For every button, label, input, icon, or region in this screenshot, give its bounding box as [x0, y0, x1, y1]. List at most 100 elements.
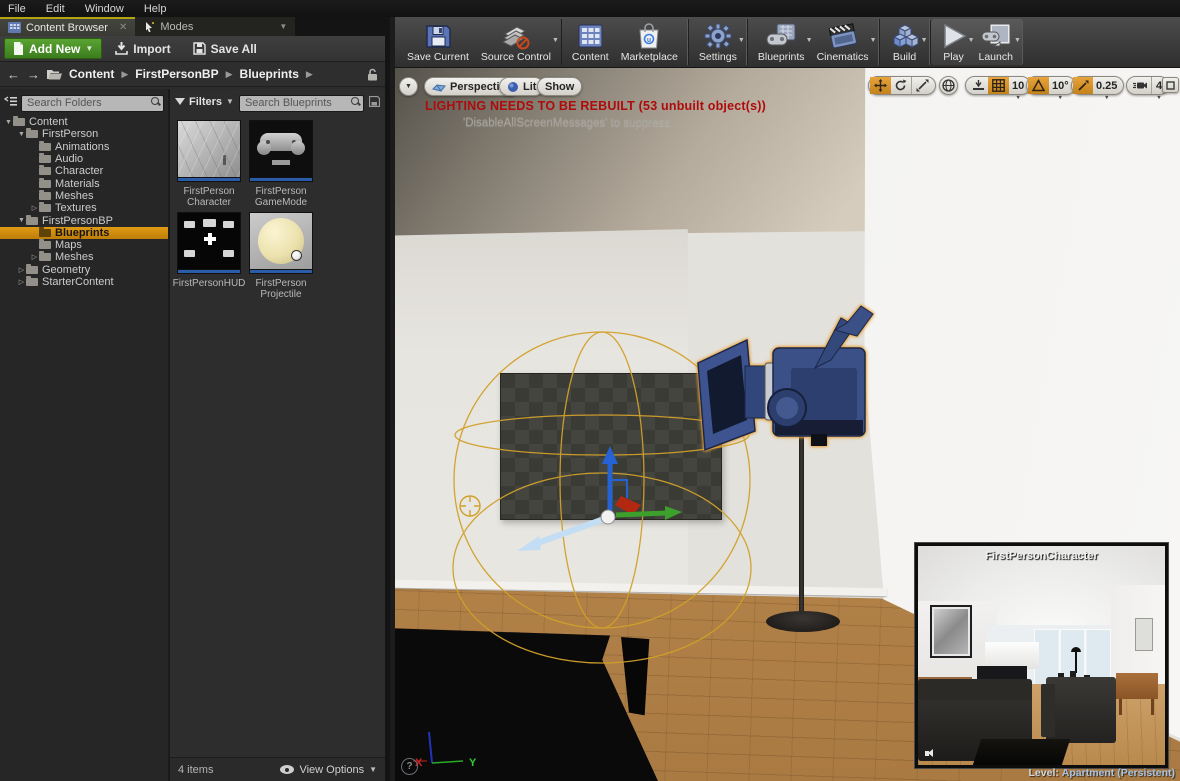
tree-item-firstperson[interactable]: ▼ FirstPerson [0, 128, 168, 140]
menu-help[interactable]: Help [144, 3, 167, 15]
tree-item-textures[interactable]: ▷ Textures [0, 202, 168, 214]
show-button[interactable]: Show [537, 77, 583, 96]
search-assets-input[interactable] [238, 94, 364, 112]
toolbar-play-button[interactable]: Play ▼ [935, 19, 975, 65]
tree-expanded-arrow-icon[interactable]: ▼ [17, 131, 26, 138]
collapse-sources-icon[interactable] [4, 96, 17, 107]
search-folders-input[interactable] [21, 94, 164, 112]
menu-window[interactable]: Window [85, 3, 124, 15]
menu-edit[interactable]: Edit [46, 3, 65, 15]
tree-expanded-arrow-icon[interactable]: ▼ [17, 217, 26, 224]
viewport[interactable]: Y X ▼ Perspective Lit Show 10 ▾ 10° ▾ 0.… [395, 68, 1180, 781]
tree-collapsed-arrow-icon[interactable]: ▷ [30, 253, 39, 261]
tree-item-maps[interactable]: Maps [0, 239, 168, 251]
tab-content-browser[interactable]: Content Browser ✕ [0, 17, 136, 36]
tab-modes[interactable]: Modes ▼ [135, 17, 296, 36]
maximize-viewport-button[interactable] [1162, 77, 1179, 93]
toolbar-save-current-button[interactable]: Save Current [401, 19, 475, 65]
transform-gizmo[interactable] [517, 446, 682, 551]
source-control-dropdown-caret-icon[interactable]: ▼ [552, 37, 559, 44]
toolbar-launch-button[interactable]: Launch ▼ [973, 19, 1021, 65]
tree-item-geometry[interactable]: ▷ Geometry [0, 263, 168, 276]
breadcrumb-separator-icon[interactable]: ▶ [306, 69, 313, 80]
tree-item-meshes[interactable]: Meshes [0, 189, 168, 202]
gizmo-plane-handle-blue[interactable] [610, 479, 628, 498]
settings-dropdown-caret-icon[interactable]: ▼ [738, 37, 745, 44]
marketplace-icon: u [636, 21, 662, 51]
add-new-button[interactable]: Add New ▼ [4, 38, 103, 59]
help-bubble-button[interactable]: ? [401, 758, 418, 775]
toolbar-cinematics-button[interactable]: Cinematics ▼ [811, 19, 877, 65]
toolbar-settings-button[interactable]: Settings ▼ [693, 19, 745, 65]
menu-file[interactable]: File [8, 3, 26, 15]
modes-tab-caret-icon[interactable]: ▼ [279, 22, 287, 31]
tree-item-character[interactable]: Character [0, 165, 168, 177]
tree-item-materials[interactable]: Materials [0, 177, 168, 190]
rotate-tool-button[interactable] [890, 77, 911, 94]
import-button[interactable]: Import [106, 38, 179, 59]
filters-button[interactable]: Filters ▼ [175, 96, 234, 108]
save-search-icon[interactable] [369, 96, 380, 107]
toolbar-source-control-button[interactable]: Source Control ▼ [475, 19, 559, 65]
tab-close-icon[interactable]: ✕ [119, 22, 127, 33]
toolbar-build-button[interactable]: Build ▼ [884, 19, 928, 65]
scale-tool-icon [916, 79, 929, 92]
toolbar-blueprints-button[interactable]: Blueprints ▼ [752, 19, 813, 65]
gizmo-y-axis-arrow[interactable] [615, 506, 682, 520]
build-dropdown-caret-icon[interactable]: ▼ [921, 37, 928, 44]
gizmo-center-handle[interactable] [600, 509, 616, 525]
tree-collapsed-arrow-icon[interactable]: ▷ [17, 278, 26, 286]
toolbar-marketplace-button[interactable]: u Marketplace [615, 19, 684, 65]
rotation-snap-value[interactable]: 10° [1048, 77, 1073, 94]
lock-icon[interactable] [367, 68, 378, 81]
launch-dropdown-caret-icon[interactable]: ▼ [1014, 37, 1021, 44]
tree-item-label: Textures [55, 202, 97, 215]
breadcrumb-firstpersonbp[interactable]: FirstPersonBP [135, 67, 218, 81]
grid-snap-toggle-button[interactable] [988, 77, 1009, 94]
toolbar-content-button[interactable]: Content [566, 19, 615, 65]
toolbar-group: Blueprints ▼ Cinematics ▼ [746, 19, 879, 65]
tree-expanded-arrow-icon[interactable]: ▼ [4, 119, 13, 126]
rotation-snap-toggle-button[interactable] [1028, 77, 1049, 94]
tree-item-firstpersonbp[interactable]: ▼ FirstPersonBP [0, 214, 168, 227]
save-all-button[interactable]: Save All [184, 38, 266, 59]
forward-arrow-icon[interactable]: → [27, 68, 40, 81]
scene-tv-screen[interactable] [500, 373, 722, 520]
asset-hud[interactable]: FirstPersonHUD [173, 212, 245, 300]
tree-collapsed-arrow-icon[interactable]: ▷ [17, 266, 26, 274]
move-tool-button[interactable] [870, 77, 891, 94]
tree-collapsed-arrow-icon[interactable]: ▷ [30, 204, 39, 212]
tree-item-content[interactable]: ▼ Content [0, 116, 168, 128]
tree-item-audio[interactable]: Audio [0, 153, 168, 165]
breadcrumb-separator-icon: ▶ [225, 68, 233, 79]
character-thumbnail [177, 120, 241, 178]
breadcrumb-content[interactable]: Content [69, 67, 114, 81]
cinematics-dropdown-caret-icon[interactable]: ▼ [870, 37, 877, 44]
back-arrow-icon[interactable]: ← [7, 68, 20, 81]
scale-tool-button[interactable] [911, 77, 933, 94]
view-options-button[interactable]: View Options ▼ [280, 764, 377, 776]
gizmo-red-handle[interactable] [615, 496, 641, 515]
camera-speed-button[interactable] [1129, 77, 1151, 94]
folder-tree: ▼ Content ▼ FirstPerson Animations Audio Chara… [0, 114, 168, 781]
scale-snap-toggle-button[interactable] [1073, 77, 1093, 94]
asset-projectile[interactable]: FirstPerson Projectile [248, 212, 314, 300]
tree-item-animations[interactable]: Animations [0, 140, 168, 153]
tree-item-startercontent[interactable]: ▷ StarterContent [0, 276, 168, 288]
surface-snap-button[interactable] [968, 77, 989, 94]
unreal-editor-window: File Edit Window Help Content Browser ✕ Mod… [0, 0, 1180, 781]
tree-item-meshes[interactable]: ▷ Meshes [0, 251, 168, 263]
coordinate-system-button[interactable] [939, 76, 958, 95]
source-control-label: Source Control [480, 51, 551, 63]
asset-character[interactable]: FirstPerson Character [176, 120, 242, 208]
tree-item-blueprints[interactable]: Blueprints [0, 226, 168, 239]
camera-actor[interactable] [697, 305, 874, 452]
scene-lamp-pole[interactable] [799, 425, 804, 620]
viewport-options-button[interactable]: ▼ [399, 77, 418, 96]
asset-gamemode[interactable]: FirstPerson GameMode [248, 120, 314, 208]
breadcrumb-blueprints[interactable]: Blueprints [240, 67, 299, 81]
gizmo-z-axis-arrow[interactable] [602, 446, 618, 516]
scale-snap-value[interactable]: 0.25 [1092, 77, 1121, 94]
view-options-caret-icon: ▼ [369, 765, 377, 774]
gizmo-x-axis-arrow[interactable] [517, 516, 606, 551]
